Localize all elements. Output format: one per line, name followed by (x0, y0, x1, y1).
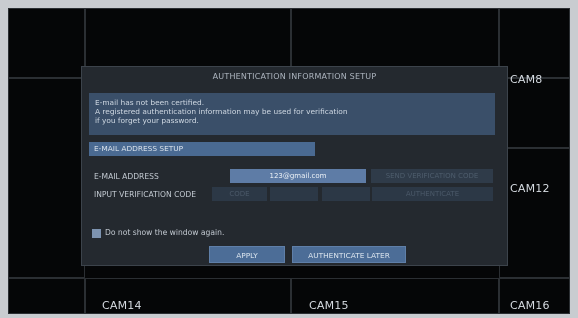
info-message: E-mail has not been certified. A registe… (89, 93, 495, 135)
info-line: if you forget your password. (95, 116, 199, 125)
email-input[interactable]: 123@gmail.com (230, 169, 366, 183)
verification-code-input[interactable]: CODE (212, 187, 267, 201)
info-line: E-mail has not been certified. (95, 98, 205, 107)
authenticate-later-button[interactable]: AUTHENTICATE LATER (292, 246, 406, 263)
send-verification-code-button[interactable]: SEND VERIFICATION CODE (371, 169, 493, 183)
dialog-title: AUTHENTICATION INFORMATION SETUP (212, 72, 377, 81)
email-label: E-MAIL ADDRESS (94, 172, 159, 181)
camera-cell-left[interactable] (8, 78, 85, 278)
camera-cell[interactable] (8, 278, 85, 314)
apply-button[interactable]: APPLY (209, 246, 285, 263)
camera-cell[interactable] (8, 8, 85, 78)
authentication-dialog: AUTHENTICATION INFORMATION SETUP E-mail … (81, 66, 508, 266)
email-section-header: E-MAIL ADDRESS SETUP (89, 142, 315, 156)
camera-cell[interactable] (499, 8, 570, 78)
cam15-label: CAM15 (309, 299, 349, 312)
verification-code-input[interactable] (270, 187, 318, 201)
dont-show-label: Do not show the window again. (105, 228, 225, 237)
cam14-label: CAM14 (102, 299, 142, 312)
camera-grid: CAM8 CAM12 CAM14 CAM15 CAM16 AUTHENTICAT… (8, 8, 570, 314)
cam16-label: CAM16 (510, 299, 550, 312)
cam12-label: CAM12 (510, 182, 550, 195)
dont-show-checkbox[interactable] (92, 229, 101, 238)
camera-cell-8[interactable] (499, 78, 570, 148)
camera-cell-12[interactable] (499, 148, 570, 278)
authenticate-button[interactable]: AUTHENTICATE (372, 187, 493, 201)
cam8-label: CAM8 (510, 73, 543, 86)
verification-code-input[interactable] (322, 187, 370, 201)
info-line: A registered authentication information … (95, 107, 348, 116)
verification-code-label: INPUT VERIFICATION CODE (94, 190, 197, 199)
